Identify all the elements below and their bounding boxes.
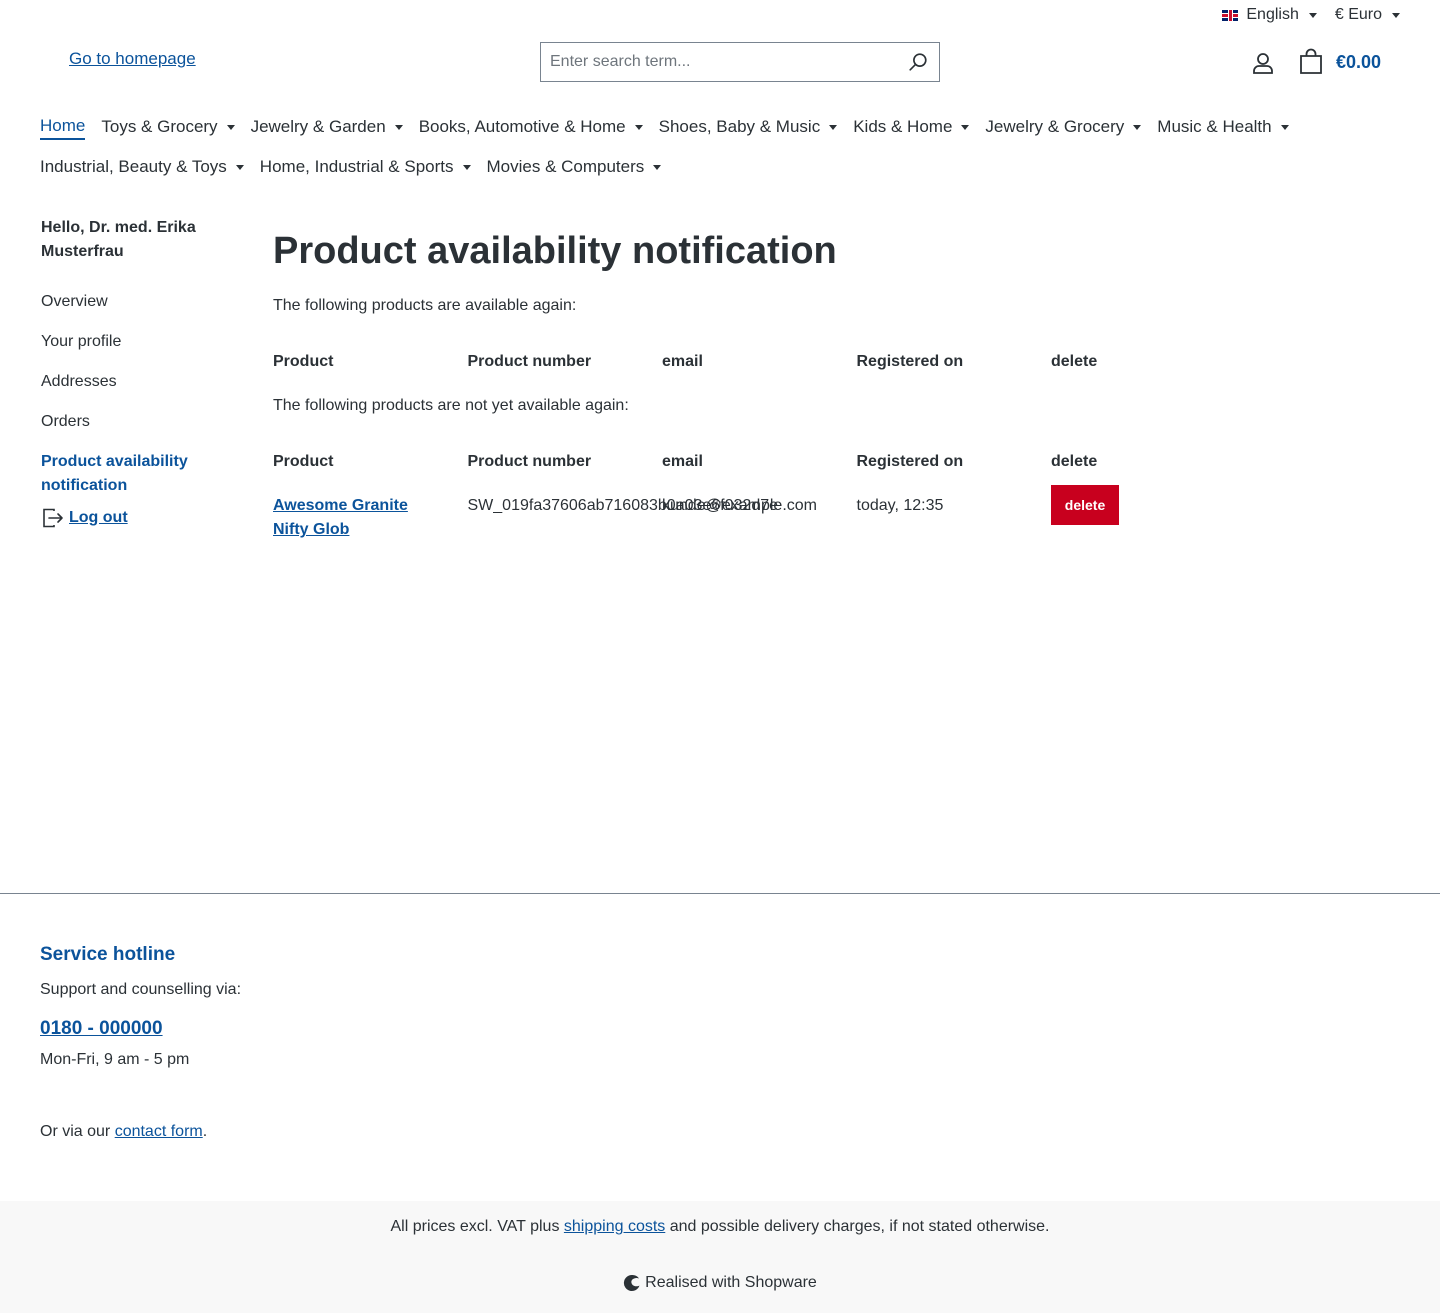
search-box: [540, 42, 940, 82]
col-product-number: Product number: [467, 353, 592, 370]
vat-notice: All prices excl. VAT plus shipping costs…: [390, 1218, 1050, 1235]
nav-item-shoes-baby-music[interactable]: Shoes, Baby & Music: [659, 114, 838, 140]
nav-item-label: Movies & Computers: [486, 157, 645, 176]
currency-dropdown[interactable]: € Euro: [1335, 6, 1400, 24]
cart-total: €0.00: [1336, 51, 1382, 72]
col-product-number: Product number: [467, 453, 592, 470]
chevron-down-icon: [394, 124, 403, 130]
nav-item-toys-grocery[interactable]: Toys & Grocery: [101, 114, 235, 140]
col-email: email: [662, 453, 703, 470]
sidebar-item-addresses[interactable]: Addresses: [41, 370, 241, 394]
currency-label: € Euro: [1334, 6, 1382, 23]
nav-item-books-automotive-home[interactable]: Books, Automotive & Home: [419, 114, 643, 140]
chevron-down-icon: [1133, 124, 1142, 130]
support-text: Support and counselling via:: [40, 981, 242, 998]
nav-item-label: Industrial, Beauty & Toys: [40, 157, 227, 176]
realised-with-shopware: Realised with Shopware: [0, 1274, 1440, 1292]
not-available-intro: The following products are not yet avail…: [273, 397, 629, 414]
footer-bottom: All prices excl. VAT plus shipping costs…: [0, 1201, 1440, 1313]
chevron-down-icon: [235, 164, 244, 170]
sidebar-item-profile[interactable]: Your profile: [41, 330, 241, 354]
nav-item-jewelry-grocery[interactable]: Jewelry & Grocery: [985, 114, 1142, 140]
contact-form-link[interactable]: contact form: [115, 1123, 203, 1140]
footer-service: Service hotline Support and counselling …: [40, 944, 241, 1144]
delete-button[interactable]: delete: [1051, 485, 1119, 525]
logout-icon: [43, 508, 63, 528]
chevron-down-icon: [226, 124, 235, 130]
table-row: Awesome Granite Nifty Glob SW_019fa37606…: [273, 485, 1373, 542]
nav-item-jewelry-garden[interactable]: Jewelry & Garden: [251, 114, 403, 140]
search-input[interactable]: [541, 43, 897, 81]
topbar: English € Euro: [1222, 6, 1400, 24]
cart-button[interactable]: €0.00: [1298, 48, 1381, 76]
available-table-header: Product Product number email Registered …: [273, 350, 1373, 374]
nav-item-label: Books, Automotive & Home: [418, 117, 626, 136]
sidebar-item-overview[interactable]: Overview: [41, 290, 241, 314]
nav-item-home-industrial-sports[interactable]: Home, Industrial & Sports: [260, 154, 471, 180]
logout-link[interactable]: Log out: [69, 509, 128, 527]
nav-item-label: Home, Industrial & Sports: [259, 157, 454, 176]
nav-item-kids-home[interactable]: Kids & Home: [853, 114, 970, 140]
chevron-down-icon: [1392, 12, 1400, 18]
chevron-down-icon: [961, 124, 970, 130]
homepage-logo-link[interactable]: Go to homepage: [69, 49, 196, 69]
language-label: English: [1246, 6, 1299, 23]
chevron-down-icon: [653, 164, 662, 170]
search-button[interactable]: [897, 43, 939, 81]
nav-item-label: Home: [40, 116, 86, 135]
footer-divider: [0, 893, 1440, 894]
sidebar-item-availability-notification[interactable]: Product availability notification: [41, 450, 241, 498]
chevron-down-icon: [1308, 12, 1317, 18]
nav-item-label: Shoes, Baby & Music: [658, 117, 821, 136]
sidebar-item-orders[interactable]: Orders: [41, 410, 241, 434]
shopware-logo-icon: [624, 1274, 640, 1291]
col-email: email: [662, 353, 703, 370]
account-greeting: Hello, Dr. med. Erika Musterfrau: [41, 219, 196, 260]
col-delete: delete: [1051, 453, 1098, 470]
product-email: kunde@example.com: [662, 497, 817, 514]
nav-item-home[interactable]: Home: [40, 114, 86, 140]
hotline-title: Service hotline: [40, 944, 176, 965]
chevron-down-icon: [462, 164, 471, 170]
registered-date: today, 12:35: [856, 497, 944, 514]
nav-item-label: Kids & Home: [853, 117, 953, 136]
col-product: Product: [273, 353, 334, 370]
not-available-table-header: Product Product number email Registered …: [273, 450, 1373, 474]
nav-item-label: Toys & Grocery: [101, 117, 218, 136]
shipping-costs-link[interactable]: shipping costs: [564, 1218, 665, 1235]
phone-link[interactable]: 0180 - 000000: [40, 1018, 241, 1040]
hours-text: Mon-Fri, 9 am - 5 pm: [40, 1051, 190, 1068]
nav-item-industrial-beauty-toys[interactable]: Industrial, Beauty & Toys: [40, 154, 244, 180]
chevron-down-icon: [1280, 124, 1289, 130]
available-intro: The following products are available aga…: [273, 297, 577, 314]
shopping-bag-icon: [1300, 48, 1322, 74]
nav-item-movies-computers[interactable]: Movies & Computers: [487, 154, 662, 180]
product-link[interactable]: Awesome Granite Nifty Glob: [273, 494, 433, 542]
uk-flag-icon: [1222, 9, 1239, 21]
contact-text: Or via our contact form.: [40, 1123, 208, 1140]
page-title: Product availability notification: [273, 230, 837, 272]
col-product: Product: [273, 453, 334, 470]
nav-item-label: Jewelry & Garden: [250, 117, 386, 136]
account-button[interactable]: [1250, 50, 1276, 76]
nav-item-music-health[interactable]: Music & Health: [1157, 114, 1289, 140]
col-registered-on: Registered on: [856, 353, 964, 370]
logout[interactable]: Log out: [41, 506, 241, 530]
nav-item-label: Music & Health: [1157, 117, 1272, 136]
chevron-down-icon: [829, 124, 838, 130]
main-navigation: Home Toys & Grocery Jewelry & Garden Books,…: [40, 114, 1380, 180]
chevron-down-icon: [634, 124, 643, 130]
search-icon: [909, 53, 927, 71]
user-icon: [1253, 53, 1273, 74]
nav-item-label: Jewelry & Grocery: [985, 117, 1125, 136]
main-content: Product availability notification The fo…: [273, 228, 1373, 542]
language-dropdown[interactable]: English: [1222, 6, 1317, 24]
col-registered-on: Registered on: [856, 453, 964, 470]
col-delete: delete: [1051, 353, 1098, 370]
account-sidebar: Hello, Dr. med. Erika Musterfrau Overvie…: [41, 216, 241, 530]
product-number: SW_019fa37606ab716083b0a03e6f032d7e: [467, 497, 779, 514]
